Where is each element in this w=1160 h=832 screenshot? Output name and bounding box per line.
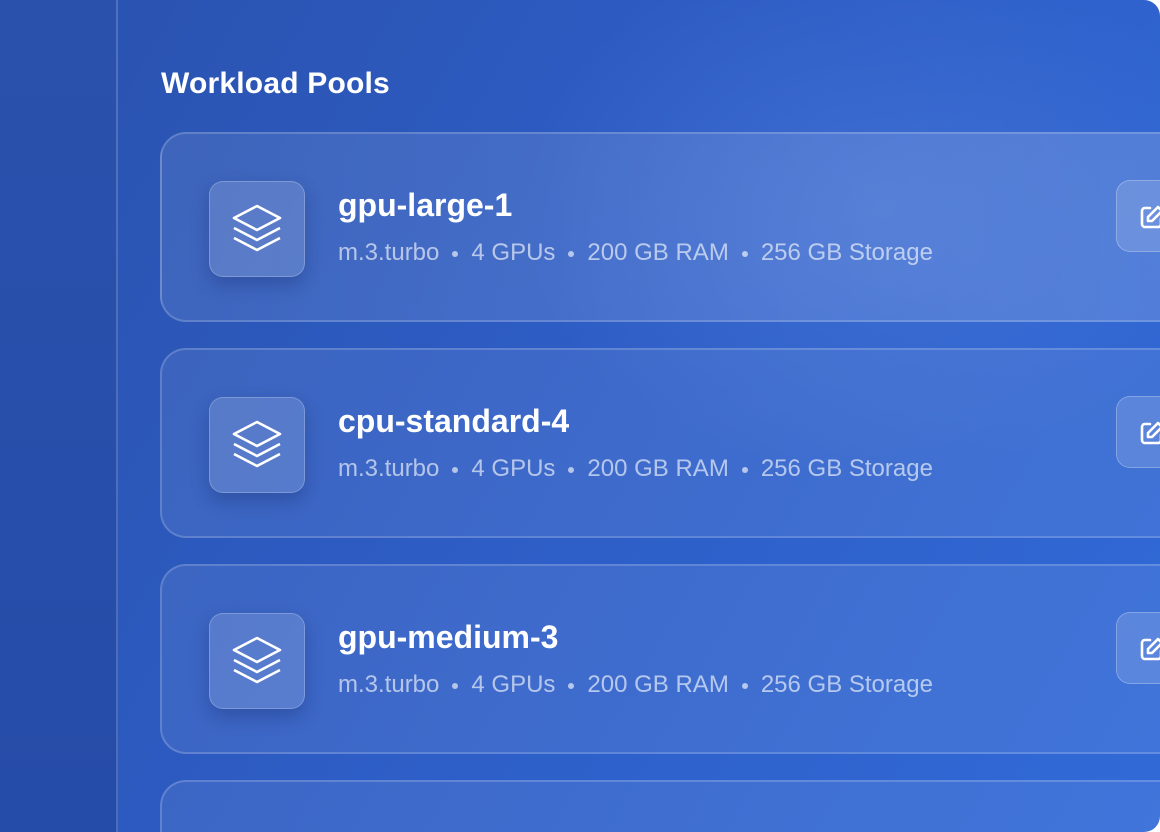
edit-icon (1140, 421, 1160, 445)
edit-pool-button[interactable] (1116, 612, 1160, 684)
edit-pool-button[interactable] (1116, 396, 1160, 468)
bullet-separator (452, 251, 459, 257)
pool-specs: m.3.turbo 4 GPUs 200 GB RAM 256 GB Stora… (338, 238, 933, 268)
pool-card-gpu-large-1[interactable]: gpu-large-1 m.3.turbo 4 GPUs 200 GB RAM … (160, 132, 1160, 322)
pool-card-cpu-standard-4[interactable]: cpu-standard-4 m.3.turbo 4 GPUs 200 GB R… (160, 348, 1160, 538)
pool-ram: 200 GB RAM (587, 671, 729, 698)
edit-pool-button[interactable] (1116, 180, 1160, 252)
page-title: Workload Pools (161, 67, 390, 100)
pool-specs: m.3.turbo 4 GPUs 200 GB RAM 256 GB Stora… (338, 454, 933, 484)
bullet-separator (568, 683, 575, 689)
pool-name: gpu-medium-3 (338, 619, 559, 655)
layers-icon (209, 397, 305, 493)
pool-name: cpu-standard-4 (338, 403, 570, 439)
pool-card-gpu-medium-3[interactable]: gpu-medium-3 m.3.turbo 4 GPUs 200 GB RAM… (160, 564, 1160, 754)
pool-name: gpu-large-1 (338, 187, 513, 223)
app-window: Workload Pools gpu-large-1 m.3.turbo 4 G… (0, 0, 1160, 832)
layers-icon (209, 613, 305, 709)
pool-storage: 256 GB Storage (760, 455, 933, 482)
pool-instance-type: m.3.turbo (338, 239, 440, 266)
bullet-separator (741, 467, 748, 473)
pool-gpu-count: 4 GPUs (471, 671, 556, 698)
bullet-separator (741, 683, 748, 689)
bullet-separator (452, 467, 459, 473)
sidebar-rail (0, 0, 118, 832)
pool-specs: m.3.turbo 4 GPUs 200 GB RAM 256 GB Stora… (338, 670, 933, 700)
pool-instance-type: m.3.turbo (338, 455, 440, 482)
edit-icon (1140, 205, 1160, 229)
bullet-separator (452, 683, 459, 689)
bullet-separator (568, 251, 575, 257)
pool-storage: 256 GB Storage (760, 671, 933, 698)
pool-storage: 256 GB Storage (760, 239, 933, 266)
pool-ram: 200 GB RAM (587, 455, 729, 482)
pool-gpu-count: 4 GPUs (471, 239, 556, 266)
pool-card-partial[interactable] (160, 780, 1160, 832)
bullet-separator (741, 251, 748, 257)
pool-ram: 200 GB RAM (587, 239, 729, 266)
layers-icon (209, 181, 305, 277)
pool-instance-type: m.3.turbo (338, 671, 440, 698)
pool-gpu-count: 4 GPUs (471, 455, 556, 482)
edit-icon (1140, 637, 1160, 661)
bullet-separator (568, 467, 575, 473)
